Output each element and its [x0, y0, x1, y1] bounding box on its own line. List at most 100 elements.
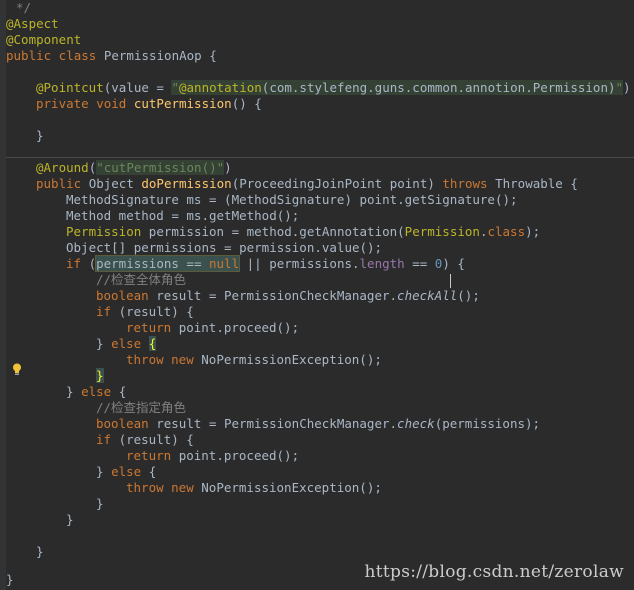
static-method: check: [397, 416, 435, 431]
code-line: }: [6, 544, 634, 560]
code-text: );: [525, 224, 541, 239]
code-text: () {: [231, 96, 262, 111]
code-text: ==: [404, 256, 435, 271]
code-text: (: [88, 256, 97, 271]
keyword: return: [126, 448, 179, 463]
component-annotation: @Component: [6, 32, 82, 47]
code-text: Method method = ms.getMethod();: [66, 208, 300, 223]
keyword: else: [111, 336, 149, 351]
pointcut-annotation: @Pointcut: [36, 80, 104, 95]
code-text: (value =: [103, 80, 172, 95]
code-text: Object: [88, 176, 142, 191]
code-line: return point.proceed();: [6, 448, 634, 464]
code-line: private void cutPermission() {: [6, 96, 634, 112]
code-text: }: [96, 464, 112, 479]
keyword: if: [96, 304, 119, 319]
code-line: @Pointcut(value = " @annotation(com.style…: [6, 80, 634, 96]
mouse-text-cursor: [450, 274, 457, 288]
code-line: @Aspect: [6, 16, 634, 32]
comment: //检查全体角色: [96, 272, 187, 287]
keyword: throw new: [126, 352, 202, 367]
code-line: throw new NoPermissionException();: [6, 480, 634, 496]
brace: }: [36, 544, 44, 559]
code-line: } else {: [6, 464, 634, 480]
code-line: Permission permission = method.getAnnota…: [6, 224, 634, 240]
code-text: NoPermissionException();: [201, 480, 382, 495]
method-name: doPermission: [141, 176, 232, 191]
keyword: public: [36, 176, 89, 191]
code-line: //检查指定角色: [6, 400, 634, 416]
keyword: boolean: [96, 416, 157, 431]
keyword: class: [487, 224, 526, 239]
code-text: Object[] permissions = permission.value(…: [66, 240, 383, 255]
string-quote: ": [615, 80, 624, 95]
brace: }: [6, 572, 14, 587]
code-line: MethodSignature ms = (MethodSignature) p…: [6, 192, 634, 208]
code-text: {: [148, 464, 157, 479]
method-separator: [6, 157, 634, 158]
code-text: }: [66, 384, 82, 399]
code-text: {: [118, 384, 127, 399]
code-line: boolean result = PermissionCheckManager.…: [6, 416, 634, 432]
aspect-annotation: @Aspect: [6, 16, 59, 31]
highlighted-expression: permissions ==: [96, 256, 209, 271]
keyword: throws: [442, 176, 496, 191]
brace: }: [36, 128, 44, 143]
brace: }: [96, 496, 104, 511]
keyword: return: [126, 320, 179, 335]
around-annotation: @Around: [36, 160, 89, 175]
keyword: boolean: [96, 288, 157, 303]
brace: }: [66, 512, 74, 527]
code-text: MethodSignature ms = (MethodSignature) p…: [66, 192, 518, 207]
code-text: (result) {: [118, 304, 194, 319]
code-line: public Object doPermission(ProceedingJoi…: [6, 176, 634, 192]
comment-end: */: [16, 0, 32, 15]
code-line: throw new NoPermissionException();: [6, 352, 634, 368]
code-text: (ProceedingJoinPoint point): [231, 176, 443, 191]
keyword: null: [209, 256, 240, 271]
keyword: if: [96, 432, 119, 447]
code-text: point.proceed();: [178, 448, 300, 463]
code-line: //检查全体角色: [6, 272, 634, 288]
code-text: || permissions.: [239, 256, 360, 271]
keyword: private void: [36, 96, 134, 111]
comment: //检查指定角色: [96, 400, 187, 415]
code-line: }: [6, 512, 634, 528]
keyword: else: [111, 464, 149, 479]
code-line: }: [6, 128, 634, 144]
code-line: if (result) {: [6, 304, 634, 320]
keyword: else: [81, 384, 119, 399]
annotation-target: (com.stylefeng.guns.common.annotion.Perm…: [261, 80, 616, 95]
keyword: if: [66, 256, 89, 271]
watermark: https://blog.csdn.net/zerolaw: [364, 562, 624, 582]
code-line: if (permissions == null || permissions.l…: [6, 255, 634, 272]
code-line: Object[] permissions = permission.value(…: [6, 240, 634, 256]
field-name: length: [359, 256, 405, 271]
matched-brace: }: [96, 368, 104, 383]
static-method: checkAll: [397, 288, 458, 303]
type-name: Permission: [404, 224, 480, 239]
code-text: permission = method.getAnnotation(: [148, 224, 405, 239]
code-text: point.proceed();: [178, 320, 300, 335]
code-text: ();: [457, 288, 480, 303]
code-line: }: [6, 368, 634, 384]
lightbulb-icon[interactable]: [12, 363, 22, 376]
code-text: (permissions);: [434, 416, 541, 431]
code-text: ): [623, 80, 631, 95]
code-line: } else {: [6, 384, 634, 400]
code-line: Method method = ms.getMethod();: [6, 208, 634, 224]
annotation-keyword: @annotation: [179, 80, 262, 95]
code-line: }: [6, 496, 634, 512]
code-line: boolean result = PermissionCheckManager.…: [6, 288, 634, 304]
matched-brace: {: [148, 336, 157, 351]
code-text: result = PermissionCheckManager.: [156, 288, 398, 303]
code-line: public class PermissionAop {: [6, 48, 634, 64]
code-text: result = PermissionCheckManager.: [156, 416, 398, 431]
method-name: cutPermission: [133, 96, 232, 111]
code-editor[interactable]: */ @Aspect @Component public class Permi…: [0, 0, 634, 590]
code-line: @Component: [6, 32, 634, 48]
string-literal: "cutPermission()": [96, 160, 225, 175]
keyword: throw new: [126, 480, 202, 495]
code-line: */: [6, 0, 634, 16]
code-text: Throwable {: [495, 176, 578, 191]
